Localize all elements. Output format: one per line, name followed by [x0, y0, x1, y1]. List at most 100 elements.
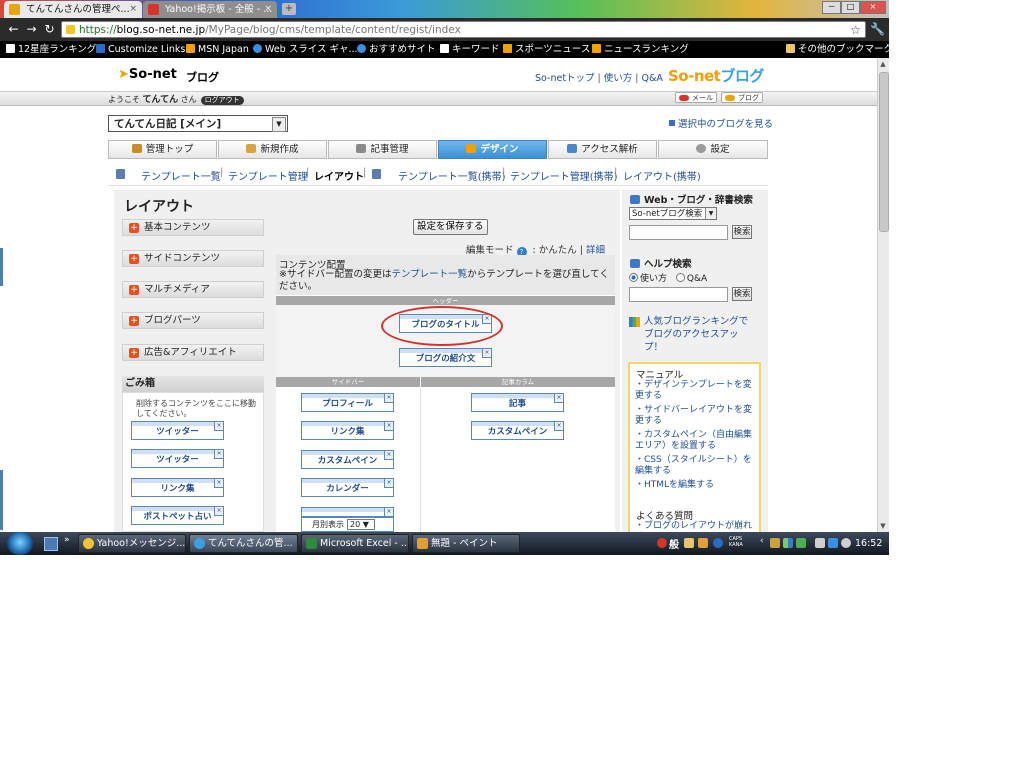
- sonet-logo[interactable]: ➤So-net: [118, 67, 177, 82]
- close-icon[interactable]: ×: [482, 348, 492, 358]
- radio-howto[interactable]: 使い方: [629, 273, 667, 284]
- blog-ranking-link[interactable]: 人気ブログランキングでブログのアクセスアップ！: [628, 315, 756, 354]
- link-sonet-top[interactable]: So-netトップ: [535, 73, 595, 84]
- minimize-button[interactable]: －: [822, 1, 841, 14]
- chevron-right-icon[interactable]: »: [64, 535, 70, 545]
- back-arrow-icon[interactable]: ←: [6, 22, 21, 37]
- battery-icon[interactable]: [815, 538, 825, 548]
- scrollbar-thumb[interactable]: [879, 72, 889, 232]
- tab-new-post[interactable]: 新規作成: [218, 140, 327, 159]
- bookmark-item[interactable]: Customize Links: [96, 41, 185, 58]
- trash-item-twitter[interactable]: × ツイッター: [131, 449, 224, 468]
- manual-link[interactable]: ・HTMLを編集する: [635, 480, 753, 491]
- chevron-left-icon[interactable]: ‹: [760, 536, 764, 546]
- template-list-link[interactable]: テンプレート一覧: [391, 269, 467, 280]
- close-icon[interactable]: ×: [214, 449, 224, 459]
- scroll-up-icon[interactable]: ▲: [879, 60, 887, 68]
- bookmark-item[interactable]: MSN Japan: [186, 41, 249, 58]
- sonet-blog-brand-logo[interactable]: So-netブログ: [668, 65, 764, 86]
- ime-mode-label[interactable]: 般: [669, 536, 679, 551]
- reload-icon[interactable]: ↻: [42, 22, 57, 37]
- forward-arrow-icon[interactable]: →: [24, 22, 39, 37]
- category-blog-parts[interactable]: + ブログパーツ: [122, 312, 264, 329]
- category-ads-affiliate[interactable]: + 広告&アフィリエイト: [122, 344, 264, 361]
- manual-link[interactable]: ・サイドバーレイアウトを変更する: [635, 405, 753, 427]
- save-settings-button[interactable]: 設定を保存する: [413, 219, 488, 235]
- close-icon[interactable]: ×: [384, 450, 394, 460]
- manual-link[interactable]: ・カスタムペイン（自由編集エリア）を設置する: [635, 430, 753, 452]
- ime-pad-icon[interactable]: [684, 538, 694, 548]
- close-icon[interactable]: ×: [554, 393, 564, 403]
- signal-icon[interactable]: [783, 538, 793, 548]
- close-window-button[interactable]: ×: [860, 1, 886, 14]
- maximize-button[interactable]: □: [841, 1, 860, 14]
- block-custom-pane[interactable]: × カスタムペイン: [301, 450, 394, 469]
- dictionary-icon[interactable]: [698, 538, 708, 548]
- category-basic-contents[interactable]: + 基本コンテンツ: [122, 219, 264, 236]
- close-icon[interactable]: ×: [214, 506, 224, 516]
- block-link-collection[interactable]: × リンク集: [301, 421, 394, 440]
- block-monthly-archive[interactable]: ×: [301, 507, 394, 517]
- search-input[interactable]: [629, 225, 728, 240]
- help-icon[interactable]: [713, 538, 723, 548]
- star-icon[interactable]: ☆: [850, 22, 861, 39]
- tab-design[interactable]: デザイン: [438, 140, 547, 159]
- close-tab-icon[interactable]: ×: [129, 1, 137, 18]
- tab-access-analysis[interactable]: アクセス解析: [548, 140, 657, 159]
- speaker-icon[interactable]: [841, 538, 851, 548]
- mail-button[interactable]: メール: [675, 92, 717, 103]
- link-howto[interactable]: 使い方: [604, 73, 633, 84]
- help-search-button[interactable]: 検索: [732, 287, 752, 301]
- subnav-mobile-layout[interactable]: レイアウト(携帯): [623, 168, 701, 183]
- category-multimedia[interactable]: + マルチメディア: [122, 281, 264, 298]
- monthly-archive-select[interactable]: 月別表示 20 ▼: [301, 517, 394, 532]
- close-icon[interactable]: ×: [214, 478, 224, 488]
- block-blog-intro[interactable]: × ブログの紹介文: [399, 348, 492, 367]
- category-side-contents[interactable]: + サイドコンテンツ: [122, 250, 264, 267]
- bookmark-item[interactable]: おすすめサイト: [357, 41, 436, 58]
- display-icon[interactable]: [828, 538, 838, 548]
- close-icon[interactable]: ×: [384, 507, 394, 517]
- tab-article-manage[interactable]: 記事管理: [328, 140, 437, 159]
- bookmark-item[interactable]: スポーツニュース: [503, 41, 590, 58]
- bookmark-item[interactable]: 12星座ランキング: [6, 41, 96, 58]
- browser-tab-sonet[interactable]: てんてんさんの管理ペ... ×: [4, 1, 142, 18]
- ime-icon[interactable]: [657, 538, 667, 548]
- block-article[interactable]: × 記事: [471, 393, 564, 412]
- radio-qa[interactable]: Q&A: [675, 273, 707, 284]
- block-custom-pane[interactable]: × カスタムペイン: [471, 421, 564, 440]
- bookmark-item[interactable]: キーワード: [440, 41, 500, 58]
- close-tab-icon[interactable]: ×: [264, 1, 272, 18]
- close-icon[interactable]: ×: [554, 421, 564, 431]
- trash-item-twitter[interactable]: × ツイッター: [131, 421, 224, 440]
- url-input[interactable]: https://blog.so-net.ne.jp/MyPage/blog/cm…: [61, 21, 866, 38]
- network-icon[interactable]: [796, 538, 806, 548]
- close-icon[interactable]: ×: [214, 421, 224, 431]
- subnav-template-list[interactable]: テンプレート一覧: [141, 168, 221, 183]
- trash-item-postpet[interactable]: × ポストペット占い: [131, 506, 224, 525]
- manual-link[interactable]: ・CSS（スタイルシート）を編集する: [635, 455, 753, 477]
- tab-settings[interactable]: 設定: [658, 140, 768, 159]
- scroll-down-icon[interactable]: ▼: [879, 522, 887, 530]
- subnav-template-manage[interactable]: テンプレート管理: [228, 168, 308, 183]
- search-type-select[interactable]: So-netブログ検索 ▼: [629, 207, 717, 220]
- browser-tab-yahoo[interactable]: Yahoo!掲示板 - 全般 - ... ×: [143, 1, 277, 18]
- other-bookmarks[interactable]: その他のブックマーク: [786, 41, 889, 58]
- windows-start-icon[interactable]: [7, 532, 33, 555]
- tab-admin-top[interactable]: 管理トップ: [108, 140, 217, 159]
- blog-select[interactable]: てんてん日記 [メイン] ▼: [108, 115, 288, 132]
- plus-icon[interactable]: +: [282, 3, 296, 15]
- blog-button[interactable]: ブログ: [721, 92, 763, 103]
- bookmark-item[interactable]: Web スライス ギャ...: [253, 41, 358, 58]
- subnav-layout[interactable]: レイアウト: [314, 168, 364, 183]
- close-icon[interactable]: ×: [384, 393, 394, 403]
- task-browser[interactable]: てんてんさんの管...: [189, 534, 298, 553]
- close-icon[interactable]: ×: [384, 421, 394, 431]
- taskbar-clock[interactable]: 16:52: [855, 538, 882, 549]
- close-icon[interactable]: ×: [384, 478, 394, 488]
- task-paint[interactable]: 無題 - ペイント: [412, 534, 520, 553]
- manual-link[interactable]: ・デザインテンプレートを変更する: [635, 380, 753, 402]
- block-calendar[interactable]: × カレンダー: [301, 478, 394, 497]
- trash-item-link-collection[interactable]: × リンク集: [131, 478, 224, 497]
- bookmark-item[interactable]: ニュースランキング: [592, 41, 689, 58]
